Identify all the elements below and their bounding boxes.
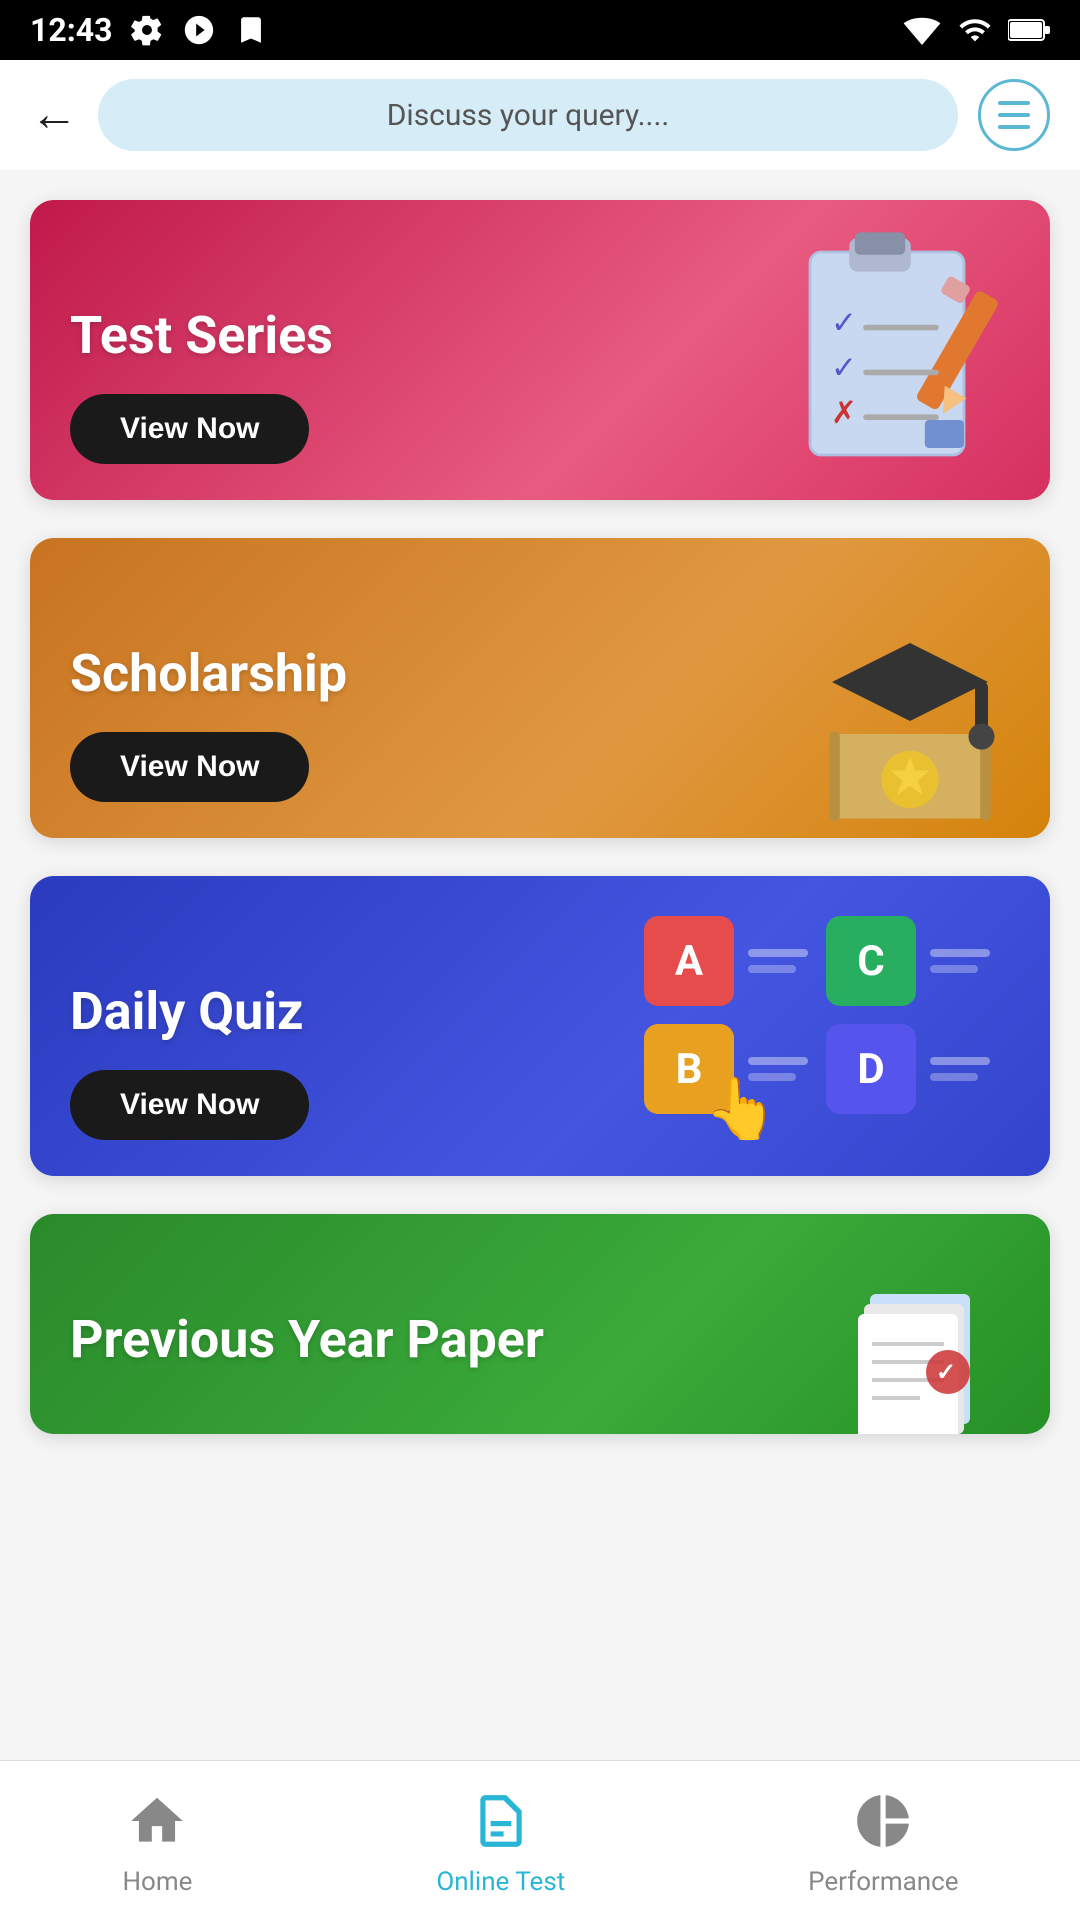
pyp-card: ✓ Previous Year Paper (30, 1214, 1050, 1434)
online-test-nav-label: Online Test (436, 1867, 565, 1897)
test-series-view-btn[interactable]: View Now (70, 394, 309, 464)
wifi-icon (902, 15, 942, 45)
menu-line-1 (998, 101, 1030, 105)
content-area: ✓ ✓ ✗ Test Series View Now (0, 170, 1080, 1760)
online-test-nav-icon (465, 1785, 537, 1857)
daily-quiz-title: Daily Quiz (70, 981, 1010, 1042)
test-series-title: Test Series (70, 305, 1010, 366)
play-icon (182, 13, 216, 47)
home-nav-label: Home (122, 1867, 192, 1897)
status-left: 12:43 (30, 11, 268, 49)
nav-performance[interactable]: Performance (808, 1785, 958, 1897)
performance-nav-label: Performance (808, 1867, 958, 1897)
header: ← Discuss your query.... (0, 60, 1080, 170)
scholarship-card: Scholarship View Now (30, 538, 1050, 838)
settings-icon (130, 13, 164, 47)
nav-home[interactable]: Home (121, 1785, 193, 1897)
nav-online-test[interactable]: Online Test (436, 1785, 565, 1897)
scholarship-card-content: Scholarship View Now (30, 607, 1050, 838)
pyp-title: Previous Year Paper (70, 1309, 1010, 1370)
menu-line-2 (998, 113, 1030, 117)
scholarship-title: Scholarship (70, 643, 1010, 704)
status-bar: 12:43 (0, 0, 1080, 60)
bottom-nav: Home Online Test Performance (0, 1760, 1080, 1920)
status-right (902, 13, 1050, 47)
test-series-card: ✓ ✓ ✗ Test Series View Now (30, 200, 1050, 500)
daily-quiz-card: A C B D (30, 876, 1050, 1176)
search-bar[interactable]: Discuss your query.... (98, 79, 958, 151)
status-time: 12:43 (30, 11, 112, 49)
battery-icon (1008, 17, 1050, 43)
signal-icon (958, 13, 992, 47)
daily-quiz-card-content: Daily Quiz View Now (30, 945, 1050, 1176)
performance-nav-icon (847, 1785, 919, 1857)
menu-line-3 (998, 125, 1030, 129)
pyp-card-content: Previous Year Paper (30, 1273, 1050, 1434)
daily-quiz-view-btn[interactable]: View Now (70, 1070, 309, 1140)
clipboard-icon (234, 13, 268, 47)
menu-button[interactable] (978, 79, 1050, 151)
back-button[interactable]: ← (30, 91, 78, 139)
test-series-card-content: Test Series View Now (30, 269, 1050, 500)
home-nav-icon (121, 1785, 193, 1857)
search-placeholder: Discuss your query.... (387, 98, 670, 133)
scholarship-view-btn[interactable]: View Now (70, 732, 309, 802)
